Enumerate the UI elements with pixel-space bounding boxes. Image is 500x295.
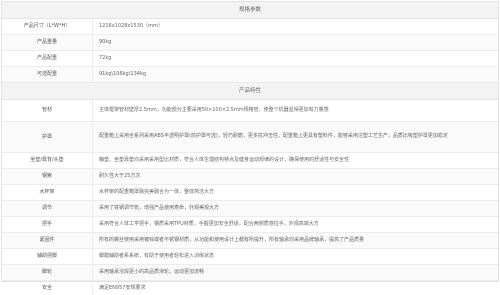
row-label: 辅助把脚 <box>2 249 93 264</box>
table-row: 紧固件 所有的螺丝使用采用镀锌或者不锈钢材质，从功能和使用设计上都有所提升，所有… <box>2 233 498 249</box>
row-value: 脚踏辅助者系系统，有助于使用者轻松进入训练状态 <box>99 253 215 259</box>
row-label: 产品尺寸（L*W*H） <box>2 19 93 34</box>
row-label: 把手 <box>2 217 93 232</box>
row-label: 安全 <box>2 281 93 295</box>
row-label: 管材 <box>2 100 93 121</box>
spec-table: 规格参数 产品尺寸（L*W*H） 1216x1028x1530（mm） 产品重量… <box>1 1 499 295</box>
feature-rows: 管材 主体框架管材壁厚2.5mm，功能部分主要采用50×100×2.5mm规格管… <box>2 100 498 295</box>
spec-section-title: 规格参数 <box>2 2 498 19</box>
row-value: 90kg <box>99 39 112 45</box>
row-value: 耐久性大于25万次 <box>99 173 141 179</box>
row-label: 水杯架 <box>2 185 93 200</box>
table-row: 可选配重 91kg\106kg\134kg <box>2 67 498 83</box>
table-row: 坐垫/靠背/头垫 胸垫、坐垫靠垫均采用采用型比材质，符合人体生理结构特点及健身运… <box>2 153 498 169</box>
table-row: 钢索 耐久性大于25万次 <box>2 169 498 185</box>
table-row: 水杯架 水杯架的配重箱罩融完美融合为一体，整体简洁大方 <box>2 185 498 201</box>
spec-rows: 产品尺寸（L*W*H） 1216x1028x1530（mm） 产品重量 90kg… <box>2 19 498 83</box>
table-row: 产品重量 90kg <box>2 35 498 51</box>
row-value: 水杯架的配重箱罩融完美融合为一体，整体简洁大方 <box>99 189 215 195</box>
row-label: 产品重量 <box>2 35 93 50</box>
row-value: 满足EN957安规要求 <box>99 284 146 291</box>
row-value: 主体框架管材壁厚2.5mm，功能部分主要采用50×100×2.5mm规格管，使整… <box>99 107 329 113</box>
row-label: 脚轮 <box>2 265 93 280</box>
row-label: 紧固件 <box>2 233 93 248</box>
row-label: 产品配重 <box>2 51 93 66</box>
row-value: 胸垫、坐垫靠垫均采用采用型比材质，符合人体生理结构特点及健身运动规律的设计，确保… <box>99 157 350 163</box>
row-value: 72kg <box>99 55 112 61</box>
row-value: 采用符合人体工学把手，钢质采用TPU材质，手握更加安全舒适，配合两侧质感拉手，外… <box>99 221 319 227</box>
table-row: 把手 采用符合人体工学把手，钢质采用TPU材质，手握更加安全舒适，配合两侧质感拉… <box>2 217 498 233</box>
table-row: 脚轮 采用轴承溶焊更小的高品质滑轮，运动更加流畅 <box>2 265 498 281</box>
table-row: 调节 采用了铁钢调节管，增强产品使用寿命，外观美观大方 <box>2 201 498 217</box>
row-label: 坐垫/靠背/头垫 <box>2 153 93 168</box>
table-row: 产品尺寸（L*W*H） 1216x1028x1530（mm） <box>2 19 498 35</box>
row-value: 所有的螺丝使用采用镀锌或者不锈钢材质，从功能和使用设计上都有所提升，所有轴承均采… <box>99 237 365 243</box>
table-row: 产品配重 72kg <box>2 51 498 67</box>
table-row: 辅助把脚 脚踏辅助者系系统，有助于使用者轻松进入训练状态 <box>2 249 498 265</box>
table-row: 管材 主体框架管材壁厚2.5mm，功能部分主要采用50×100×2.5mm规格管… <box>2 100 498 122</box>
row-value: 91kg\106kg\134kg <box>99 71 147 77</box>
row-value: 采用轴承溶焊更小的高品质滑轮，运动更加流畅 <box>99 269 205 275</box>
row-label: 钢索 <box>2 169 93 184</box>
features-section-title: 产品特性 <box>2 83 498 100</box>
row-label: 调节 <box>2 201 93 216</box>
row-label: 护罩 <box>2 122 93 152</box>
row-value: 1216x1028x1530（mm） <box>99 23 163 29</box>
row-value: 配重箱上采用全系列采用ABS半透明护罩(前护罩可选)，轻巧耐磨，更多抗冲击性，配… <box>99 133 448 140</box>
table-row: 护罩 配重箱上采用全系列采用ABS半透明护罩(前护罩可选)，轻巧耐磨，更多抗冲击… <box>2 122 498 153</box>
row-label: 可选配重 <box>2 67 93 82</box>
row-value: 采用了铁钢调节管，增强产品使用寿命，外观美观大方 <box>99 205 220 211</box>
table-row: 安全 满足EN957安规要求 <box>2 281 498 295</box>
